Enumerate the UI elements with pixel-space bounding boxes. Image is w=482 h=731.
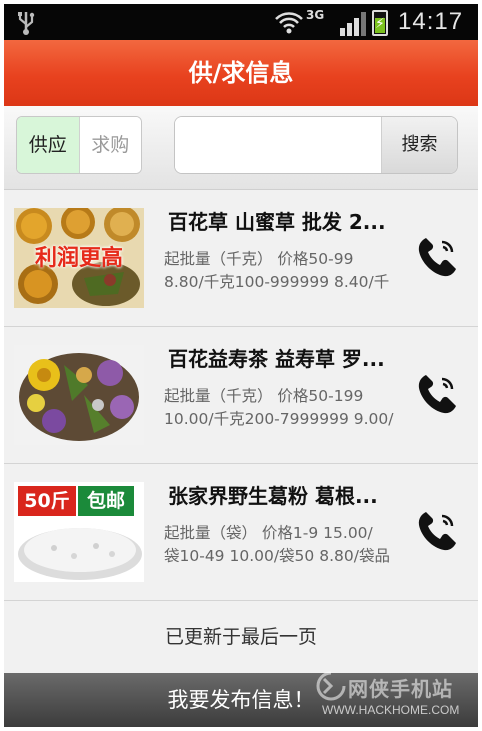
phone-icon[interactable] <box>414 371 460 417</box>
item-price-line: 8.80/千克100-999999 8.40/千 <box>164 273 390 291</box>
status-bar: 3G ⚡ 14:17 <box>4 4 478 40</box>
supply-demand-toggle: 供应 求购 <box>16 116 142 174</box>
signal-icon <box>340 12 366 36</box>
item-price-info: 起批量（千克） 价格50-199 10.00/千克200-7999999 9.0… <box>164 385 414 431</box>
item-price-info: 起批量（千克） 价格50-99 8.80/千克100-999999 8.40/千 <box>164 248 414 294</box>
filter-bar: 供应 求购 搜索 <box>4 106 478 190</box>
item-price-line: 起批量（千克） 价格50-199 <box>164 387 364 405</box>
list-item[interactable]: 50斤 包邮 张家界野生葛粉 葛根... 起批量（袋） 价格1-9 15.00/… <box>4 464 478 601</box>
phone-icon[interactable] <box>414 234 460 280</box>
list-end-message: 已更新于最后一页 <box>4 601 478 673</box>
tab-supply[interactable]: 供应 <box>17 117 80 173</box>
list-item[interactable]: 利润更高 百花草 山蜜草 批发 2... 起批量（千克） 价格50-99 8.8… <box>4 190 478 327</box>
thumbnail-badge: 50斤 <box>18 486 76 516</box>
thumbnail-caption: 利润更高 <box>34 246 123 271</box>
item-price-line: 起批量（千克） 价格50-99 <box>164 250 354 268</box>
list-item[interactable]: 百花益寿茶 益寿草 罗... 起批量（千克） 价格50-199 10.00/千克… <box>4 327 478 464</box>
item-title: 百花草 山蜜草 批发 2... <box>168 210 386 234</box>
search-box: 搜索 <box>174 116 458 174</box>
item-price-line: 10.00/千克200-7999999 9.00/ <box>164 410 394 428</box>
product-thumbnail <box>14 345 144 445</box>
wifi-icon <box>275 12 303 34</box>
publish-info-button[interactable]: 我要发布信息！ <box>4 673 478 727</box>
product-thumbnail: 利润更高 <box>14 208 144 308</box>
network-type-label: 3G <box>306 8 325 22</box>
search-button[interactable]: 搜索 <box>381 117 457 173</box>
app-screen: 3G ⚡ 14:17 供/求信息 供应 求购 搜索 利润更高 百花草 山蜜草 批… <box>4 4 478 727</box>
phone-icon[interactable] <box>414 508 460 554</box>
search-input[interactable] <box>175 117 381 173</box>
item-title: 百花益寿茶 益寿草 罗... <box>168 347 385 371</box>
item-price-line: 袋10-49 10.00/袋50 8.80/袋品 <box>164 547 390 565</box>
item-title: 张家界野生葛粉 葛根... <box>168 484 378 508</box>
item-price-info: 起批量（袋） 价格1-9 15.00/ 袋10-49 10.00/袋50 8.8… <box>164 522 414 568</box>
usb-icon <box>18 12 35 35</box>
clock: 14:17 <box>398 8 464 35</box>
battery-icon: ⚡ <box>372 10 388 36</box>
product-list: 利润更高 百花草 山蜜草 批发 2... 起批量（千克） 价格50-99 8.8… <box>4 190 478 601</box>
tab-demand[interactable]: 求购 <box>79 117 141 173</box>
item-price-line: 起批量（袋） 价格1-9 15.00/ <box>164 524 373 542</box>
thumbnail-badge: 包邮 <box>78 486 134 516</box>
page-title: 供/求信息 <box>4 40 478 106</box>
product-thumbnail: 50斤 包邮 <box>14 482 144 582</box>
